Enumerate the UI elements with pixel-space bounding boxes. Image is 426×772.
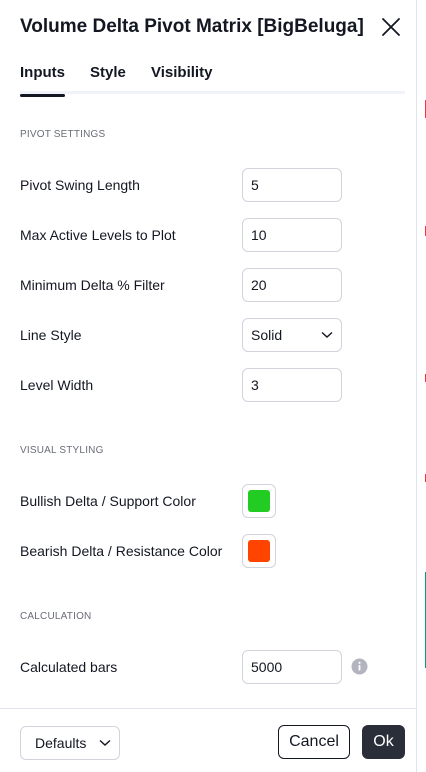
- close-icon[interactable]: [380, 16, 402, 38]
- line-style-label: Line Style: [20, 327, 82, 343]
- bearish-color-label: Bearish Delta / Resistance Color: [20, 543, 223, 559]
- section-header-visual-styling: VISUAL STYLING: [20, 445, 104, 456]
- section-header-calculation: CALCULATION: [20, 611, 92, 622]
- bearish-color-picker[interactable]: [242, 534, 276, 568]
- calculated-bars-input[interactable]: 5000: [242, 650, 342, 684]
- bullish-color-label: Bullish Delta / Support Color: [20, 493, 196, 509]
- level-width-label: Level Width: [20, 377, 94, 393]
- ok-button[interactable]: Ok: [362, 725, 405, 759]
- line-style-value: Solid: [251, 327, 283, 343]
- bullish-color-swatch: [248, 490, 270, 512]
- bullish-color-picker[interactable]: [242, 484, 276, 518]
- defaults-label: Defaults: [35, 735, 87, 751]
- tab-bar: Inputs Style Visibility: [20, 64, 405, 97]
- min-delta-filter-input[interactable]: 20: [242, 268, 342, 302]
- calculated-bars-label: Calculated bars: [20, 659, 118, 675]
- tab-visibility[interactable]: Visibility: [151, 64, 212, 94]
- pivot-swing-length-label: Pivot Swing Length: [20, 177, 140, 193]
- tab-style[interactable]: Style: [90, 64, 126, 94]
- defaults-dropdown-button[interactable]: Defaults: [20, 726, 120, 760]
- chevron-down-icon: [321, 331, 333, 338]
- dialog-title: Volume Delta Pivot Matrix [BigBeluga]: [20, 16, 364, 37]
- cancel-button[interactable]: Cancel: [278, 725, 350, 759]
- line-style-select[interactable]: Solid: [242, 318, 342, 352]
- tab-inputs[interactable]: Inputs: [20, 64, 65, 97]
- level-width-input[interactable]: 3: [242, 368, 342, 402]
- pivot-swing-length-input[interactable]: 5: [242, 168, 342, 202]
- max-active-levels-input[interactable]: 10: [242, 218, 342, 252]
- dialog-header: Volume Delta Pivot Matrix [BigBeluga]: [20, 14, 402, 44]
- info-icon[interactable]: [351, 658, 368, 675]
- min-delta-filter-label: Minimum Delta % Filter: [20, 277, 165, 293]
- chevron-down-icon: [99, 739, 111, 746]
- dialog-footer: Defaults Cancel Ok: [0, 708, 416, 772]
- chart-background-edge: [416, 0, 426, 772]
- section-header-pivot-settings: PIVOT SETTINGS: [20, 129, 106, 140]
- indicator-settings-dialog: Volume Delta Pivot Matrix [BigBeluga] In…: [0, 0, 416, 772]
- bearish-color-swatch: [248, 540, 270, 562]
- max-active-levels-label: Max Active Levels to Plot: [20, 227, 176, 243]
